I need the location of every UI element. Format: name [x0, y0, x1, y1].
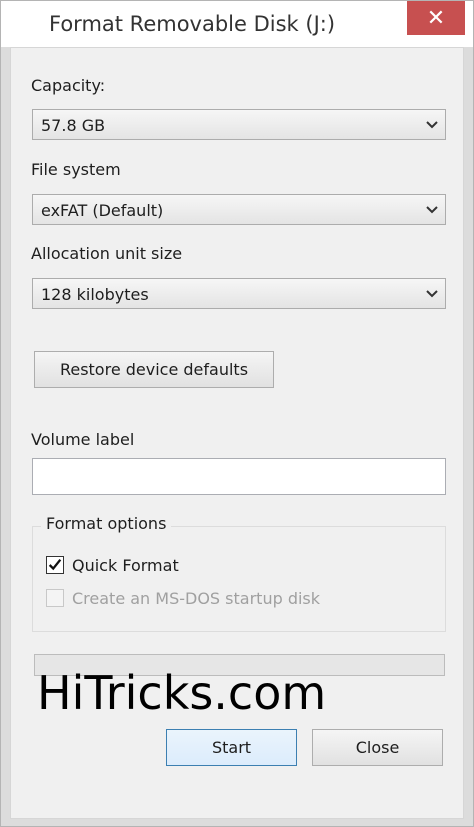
checkmark-icon — [48, 558, 62, 571]
watermark-text: HiTricks.com — [37, 666, 327, 720]
format-dialog: Format Removable Disk (J:) ✕ Capacity: 5… — [0, 0, 474, 827]
title-bar: Format Removable Disk (J:) ✕ — [1, 1, 473, 47]
capacity-value: 57.8 GB — [41, 116, 106, 135]
file-system-label: File system — [31, 160, 121, 179]
format-options-title: Format options — [41, 514, 172, 533]
file-system-dropdown[interactable]: exFAT (Default) — [32, 194, 446, 225]
msdos-startup-checkbox[interactable] — [46, 589, 64, 607]
close-button[interactable]: Close — [312, 729, 443, 766]
allocation-unit-value: 128 kilobytes — [41, 285, 149, 304]
format-options-group — [32, 526, 446, 632]
quick-format-label[interactable]: Quick Format — [72, 556, 179, 575]
window-title: Format Removable Disk (J:) — [49, 12, 336, 36]
start-button[interactable]: Start — [166, 729, 297, 766]
file-system-value: exFAT (Default) — [41, 201, 164, 220]
allocation-unit-dropdown[interactable]: 128 kilobytes — [32, 278, 446, 309]
quick-format-checkbox[interactable] — [46, 556, 64, 574]
allocation-unit-label: Allocation unit size — [31, 244, 183, 263]
capacity-dropdown[interactable]: 57.8 GB — [32, 109, 446, 140]
chevron-down-icon — [426, 290, 438, 298]
chevron-down-icon — [426, 206, 438, 214]
volume-label-label: Volume label — [31, 430, 135, 449]
close-window-button[interactable]: ✕ — [407, 1, 465, 35]
chevron-down-icon — [426, 121, 438, 129]
close-icon: ✕ — [426, 5, 446, 31]
capacity-label: Capacity: — [31, 76, 106, 95]
restore-defaults-button[interactable]: Restore device defaults — [34, 351, 274, 388]
volume-label-input[interactable] — [32, 458, 446, 495]
dialog-body: Capacity: 57.8 GB File system exFAT (Def… — [10, 47, 464, 819]
msdos-startup-label: Create an MS-DOS startup disk — [72, 589, 321, 608]
